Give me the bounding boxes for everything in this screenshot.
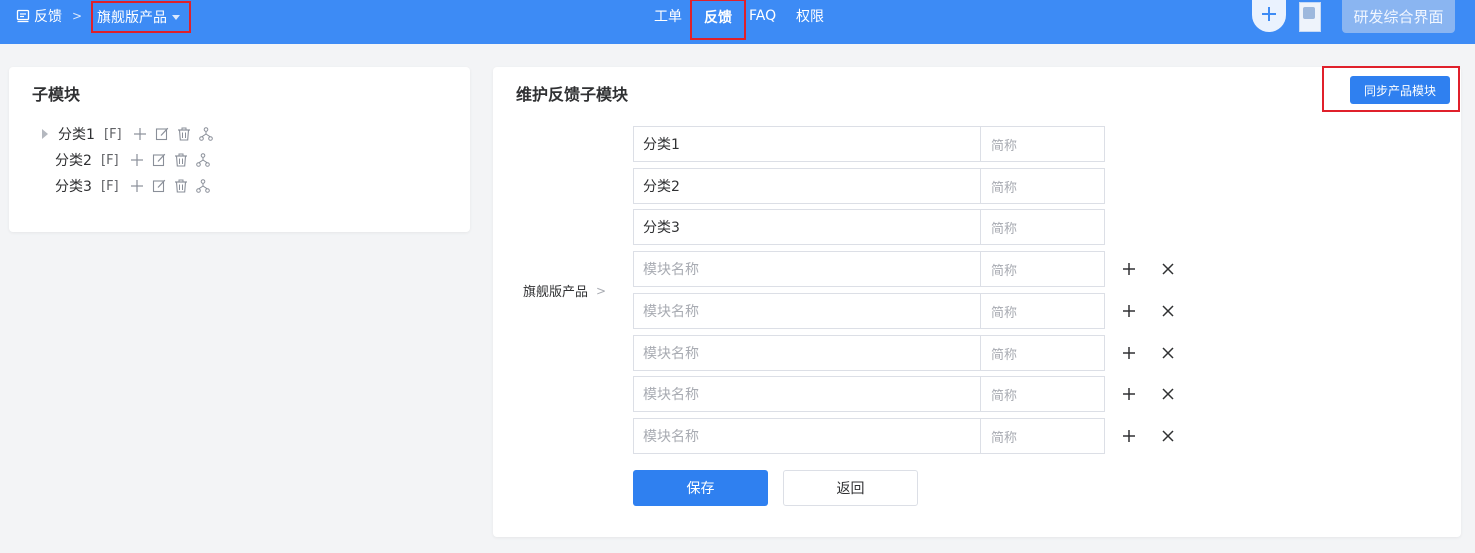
module-row: 模块名称 简称 [633,293,1105,329]
module-row-actions [1121,376,1176,412]
remove-row-icon[interactable] [1160,303,1176,319]
remove-row-icon[interactable] [1160,428,1176,444]
module-row: 分类2 简称 [633,168,1105,204]
module-name-input[interactable]: 模块名称 [634,336,981,370]
parent-product-name: 旗舰版产品 [523,285,589,300]
sync-product-modules-button[interactable]: 同步产品模块 [1350,76,1450,104]
sync-highlight: 同步产品模块 [1322,66,1460,112]
breadcrumb-separator-icon: > [72,9,83,23]
chevron-right-icon: > [596,283,607,298]
module-row: 分类3 简称 [633,209,1105,245]
create-button[interactable] [1252,0,1286,32]
module-short-name-input[interactable]: 简称 [981,252,1104,286]
module-row: 模块名称 简称 [633,251,1105,287]
feedback-icon [16,9,30,23]
add-row-icon[interactable] [1121,261,1137,277]
product-selector[interactable]: 旗舰版产品 [91,1,191,33]
module-row-actions [1121,335,1176,371]
remove-row-icon[interactable] [1160,345,1176,361]
add-row-icon[interactable] [1121,428,1137,444]
module-row-actions [1121,251,1176,287]
tree-node-actions [132,126,220,142]
module-row: 分类1 简称 [633,126,1105,162]
module-short-name-input[interactable]: 简称 [981,169,1104,203]
tree-node-tag: [F] [101,152,119,168]
top-bar: 反馈 > 旗舰版产品 工单 反馈 FAQ 权限 研发综合界面 [0,0,1475,44]
add-row-icon[interactable] [1121,303,1137,319]
edit-icon[interactable] [151,178,167,194]
tree-node-tag: [F] [101,178,119,194]
module-short-name-input[interactable]: 简称 [981,294,1104,328]
tree-node[interactable]: 分类1 [F] [39,121,220,147]
edit-icon[interactable] [151,152,167,168]
card-title-submodule: 子模块 [32,85,81,104]
module-name-input[interactable]: 模块名称 [634,252,981,286]
add-row-icon[interactable] [1121,386,1137,402]
plus-icon [1259,4,1279,28]
edit-icon[interactable] [154,126,170,142]
module-row-actions [1121,293,1176,329]
tree-node-label: 分类3 [55,179,92,195]
back-button[interactable]: 返回 [783,470,918,506]
tree-node-tag: [F] [104,126,122,142]
add-child-icon[interactable] [129,152,145,168]
module-name-input[interactable]: 模块名称 [634,294,981,328]
hierarchy-icon[interactable] [195,178,211,194]
module-name-input[interactable]: 模块名称 [634,377,981,411]
delete-icon[interactable] [173,178,189,194]
remove-row-icon[interactable] [1160,386,1176,402]
remove-row-icon[interactable] [1160,261,1176,277]
parent-product-label: 旗舰版产品 > [523,281,607,301]
module-name-input[interactable]: 模块名称 [634,419,981,453]
hierarchy-icon[interactable] [195,152,211,168]
module-row: 模块名称 简称 [633,418,1105,454]
add-child-icon[interactable] [129,178,145,194]
breadcrumb: 反馈 > [16,0,92,32]
nav-tab-feedback[interactable]: 反馈 [690,0,746,40]
product-selector-label: 旗舰版产品 [97,10,167,26]
tree-node-actions [129,178,217,194]
module-short-name-input[interactable]: 简称 [981,127,1104,161]
submodule-tree-card: 子模块 分类1 [F] 分类2 [F] 分类3 [F] [9,67,470,232]
nav-tab-faq[interactable]: FAQ [749,8,776,24]
module-short-name-input[interactable]: 简称 [981,336,1104,370]
tree-node[interactable]: 分类2 [F] [39,147,220,173]
module-name-input[interactable]: 分类2 [634,169,981,203]
tree-node-label: 分类1 [58,127,95,143]
card-title-maintain: 维护反馈子模块 [516,85,629,104]
hierarchy-icon[interactable] [198,126,214,142]
avatar[interactable] [1299,2,1321,32]
delete-icon[interactable] [173,152,189,168]
module-row-actions [1121,418,1176,454]
tree-node[interactable]: 分类3 [F] [39,173,220,199]
tree-node-label: 分类2 [55,153,92,169]
breadcrumb-root[interactable]: 反馈 [34,6,62,26]
nav-tab-permission[interactable]: 权限 [796,6,824,26]
submodule-tree: 分类1 [F] 分类2 [F] 分类3 [F] [39,121,220,199]
delete-icon[interactable] [176,126,192,142]
module-row: 模块名称 简称 [633,376,1105,412]
maintain-submodule-card: 维护反馈子模块 同步产品模块 旗舰版产品 > 分类1 简称 分类2 简称 分类3 简称 模块… [493,66,1461,537]
caret-down-icon [172,14,180,20]
add-child-icon[interactable] [132,126,148,142]
module-name-input[interactable]: 分类1 [634,127,981,161]
tree-node-actions [129,152,217,168]
nav-tab-workorder[interactable]: 工单 [654,6,682,26]
add-row-icon[interactable] [1121,345,1137,361]
module-short-name-input[interactable]: 简称 [981,419,1104,453]
module-short-name-input[interactable]: 简称 [981,210,1104,244]
save-button[interactable]: 保存 [633,470,768,506]
module-short-name-input[interactable]: 简称 [981,377,1104,411]
module-name-input[interactable]: 分类3 [634,210,981,244]
module-row: 模块名称 简称 [633,335,1105,371]
workspace-button[interactable]: 研发综合界面 [1342,0,1455,33]
expand-arrow-icon[interactable] [42,129,48,139]
